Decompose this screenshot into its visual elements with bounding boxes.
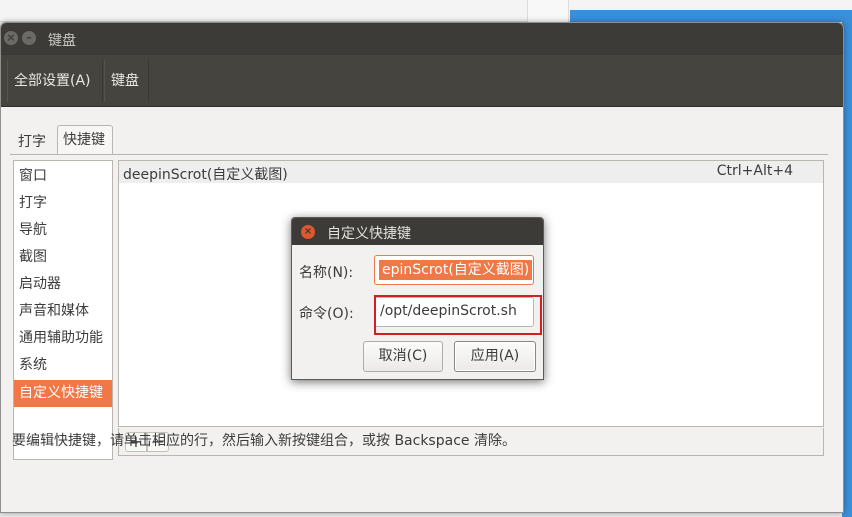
minimize-icon[interactable]: –: [22, 31, 36, 45]
close-icon[interactable]: ×: [4, 31, 18, 45]
apply-button[interactable]: 应用(A): [454, 341, 536, 372]
shortcut-categories: 窗口 打字 导航 截图 启动器 声音和媒体 通用辅助功能 系统 自定义快捷键: [13, 160, 113, 460]
sidebar-item-typing[interactable]: 打字: [14, 190, 112, 217]
background-divider: [527, 0, 569, 22]
background-blue-bar: [570, 10, 852, 22]
command-label: 命令(O):: [299, 306, 354, 322]
sidebar-item-windows[interactable]: 窗口: [14, 163, 112, 190]
sidebar-item-sound-media[interactable]: 声音和媒体: [14, 298, 112, 325]
help-text: 要编辑快捷键，请单击相应的行，然后输入新按键组合，或按 Backspace 清除…: [12, 433, 516, 449]
table-row[interactable]: deepinScrot(自定义截图) Ctrl+Alt+4: [119, 161, 823, 183]
sidebar-item-launchers[interactable]: 启动器: [14, 271, 112, 298]
name-field[interactable]: epinScrot(自定义截图): [374, 255, 534, 285]
annotation-highlight: [374, 295, 542, 335]
breadcrumb-keyboard[interactable]: 键盘: [104, 60, 149, 102]
dialog-titlebar: × 自定义快捷键: [292, 218, 543, 245]
cancel-button[interactable]: 取消(C): [363, 341, 443, 372]
all-settings-button[interactable]: 全部设置(A): [7, 60, 103, 102]
close-icon[interactable]: ×: [301, 225, 315, 239]
shortcut-name: deepinScrot(自定义截图): [123, 167, 288, 183]
tab-typing[interactable]: 打字: [13, 129, 53, 155]
sidebar-item-system[interactable]: 系统: [14, 352, 112, 379]
sidebar-item-custom-shortcuts[interactable]: 自定义快捷键: [14, 380, 112, 407]
name-field-value: epinScrot(自定义截图): [379, 260, 533, 280]
tab-shortcuts[interactable]: 快捷键: [57, 125, 113, 155]
window-titlebar: × – 键盘: [1, 23, 843, 55]
shortcut-accelerator[interactable]: Ctrl+Alt+4: [717, 163, 793, 179]
sidebar-item-navigation[interactable]: 导航: [14, 217, 112, 244]
dialog-title: 自定义快捷键: [327, 226, 411, 242]
window-title: 键盘: [48, 33, 76, 49]
sidebar-item-screenshots[interactable]: 截图: [14, 244, 112, 271]
sidebar-item-accessibility[interactable]: 通用辅助功能: [14, 325, 112, 352]
name-label: 名称(N):: [299, 265, 354, 281]
navigation-bar: 全部设置(A) 键盘: [1, 55, 843, 107]
